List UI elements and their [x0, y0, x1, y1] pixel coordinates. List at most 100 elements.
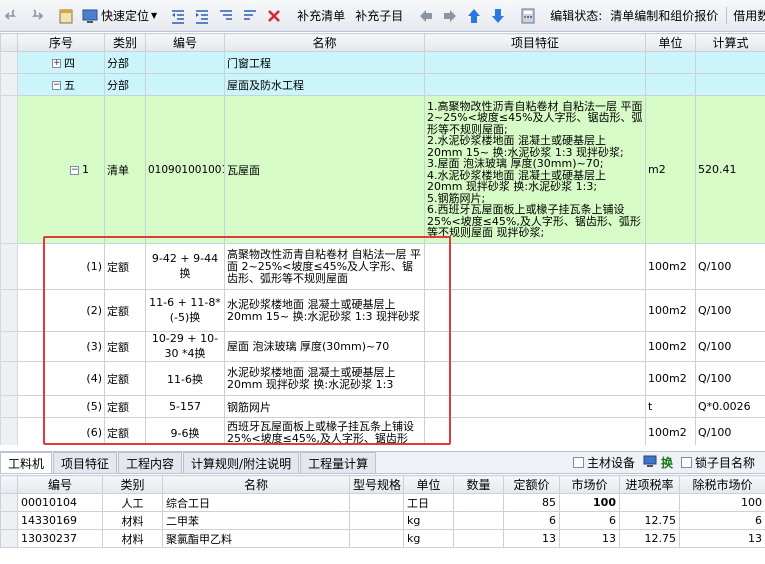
type-cell[interactable]: 分部: [104, 73, 146, 96]
tab-item-features[interactable]: 项目特征: [53, 452, 118, 473]
move-right-button[interactable]: [439, 4, 461, 28]
tab-quantity-calc[interactable]: 工程量计算: [300, 452, 377, 473]
name-cell[interactable]: 钢筋网片: [224, 395, 425, 418]
unit-cell[interactable]: 100m2: [645, 243, 696, 290]
type-cell[interactable]: 定额: [104, 331, 146, 362]
expand-level-button[interactable]: [215, 4, 237, 28]
name-cell[interactable]: 高聚物改性沥青自粘卷材 自粘法一层 平面 2~25%<坡度≤45%及人字形、锯齿…: [224, 243, 425, 290]
tree-collapse-icon[interactable]: −: [52, 81, 61, 90]
net-market-price-cell[interactable]: 100: [679, 493, 765, 512]
edit-status-value[interactable]: 清单编制和组价报价: [610, 7, 718, 24]
formula-cell[interactable]: Q*0.0026: [695, 395, 765, 418]
seq-cell[interactable]: (6): [17, 417, 105, 445]
type-cell[interactable]: 定额: [104, 243, 146, 290]
table-row[interactable]: 13030237 材料 聚氯酯甲乙料 kg 13 13 12.75 13: [0, 529, 765, 548]
table-row[interactable]: (3) 定额 10-29 + 10-30 *4换 屋面 泡沫玻璃 厚度(30mm…: [0, 331, 765, 362]
column-header-qty[interactable]: 数量: [453, 475, 504, 494]
seq-cell[interactable]: (5): [17, 395, 105, 418]
table-row[interactable]: (6) 定额 9-6换 西班牙瓦屋面板上或椽子挂瓦条上铺设 25%<坡度≤45%…: [0, 417, 765, 445]
unit-cell[interactable]: [645, 51, 696, 74]
add-list-button[interactable]: 补充清单: [293, 4, 349, 28]
tax-rate-cell[interactable]: 12.75: [619, 511, 680, 530]
tree-collapse-icon[interactable]: −: [70, 165, 79, 175]
collapse-level-button[interactable]: [239, 4, 261, 28]
formula-cell[interactable]: Q/100: [695, 331, 765, 362]
unit-cell[interactable]: kg: [403, 511, 454, 530]
seq-cell[interactable]: + 四: [17, 51, 105, 74]
calculator-button[interactable]: [517, 4, 539, 28]
delete-button[interactable]: [263, 4, 285, 28]
column-header-unit[interactable]: 单位: [645, 33, 696, 52]
table-row[interactable]: −1 清单 010901001001 瓦屋面 1.高聚物改性沥青自粘卷材 自粘法…: [0, 95, 765, 244]
market-price-cell[interactable]: 6: [559, 511, 620, 530]
feature-cell[interactable]: [424, 361, 646, 396]
type-cell[interactable]: 定额: [104, 289, 146, 332]
type-cell[interactable]: 定额: [104, 395, 146, 418]
feature-cell[interactable]: [424, 243, 646, 290]
net-market-price-cell[interactable]: 13: [679, 529, 765, 548]
quick-locate-button[interactable]: 快速定位 ▼: [79, 4, 159, 28]
table-row[interactable]: (5) 定额 5-157 钢筋网片 t Q*0.0026: [0, 395, 765, 418]
spec-cell[interactable]: [349, 493, 404, 512]
unit-cell[interactable]: m2: [645, 95, 696, 244]
borrow-button[interactable]: 借用数: [726, 7, 765, 24]
qty-cell[interactable]: [453, 529, 504, 548]
seq-cell[interactable]: −1: [17, 95, 105, 244]
code-cell[interactable]: [145, 51, 225, 74]
feature-cell[interactable]: 1.高聚物改性沥青自粘卷材 自粘法一层 平面 2~25%<坡度≤45%及人字形、…: [424, 95, 646, 244]
type-cell[interactable]: 定额: [104, 361, 146, 396]
code-cell[interactable]: 10-29 + 10-30 *4换: [145, 331, 225, 362]
code-cell[interactable]: [145, 73, 225, 96]
code-cell[interactable]: 11-6 + 11-8*(-5)换: [145, 289, 225, 332]
feature-cell[interactable]: [424, 417, 646, 445]
name-cell[interactable]: 门窗工程: [224, 51, 425, 74]
seq-cell[interactable]: (4): [17, 361, 105, 396]
column-header-tax-rate[interactable]: 进项税率: [619, 475, 680, 494]
name-cell[interactable]: 水泥砂浆楼地面 混凝土或硬基层上 20mm 现拌砂浆 换:水泥砂浆 1:3: [224, 361, 425, 396]
type-cell[interactable]: 定额: [104, 417, 146, 445]
name-cell[interactable]: 综合工日: [162, 493, 350, 512]
feature-cell[interactable]: [424, 73, 646, 96]
indent-left-button[interactable]: [167, 4, 189, 28]
type-cell[interactable]: 材料: [102, 529, 163, 548]
indent-right-button[interactable]: [191, 4, 213, 28]
spec-cell[interactable]: [349, 529, 404, 548]
feature-cell[interactable]: [424, 289, 646, 332]
market-price-cell[interactable]: 100: [559, 493, 620, 512]
code-cell[interactable]: 00010104: [17, 493, 103, 512]
notepad-button[interactable]: [55, 4, 77, 28]
qty-cell[interactable]: [453, 493, 504, 512]
code-cell[interactable]: 14330169: [17, 511, 103, 530]
market-price-cell[interactable]: 13: [559, 529, 620, 548]
formula-cell[interactable]: [695, 73, 765, 96]
column-header-formula[interactable]: 计算式: [695, 33, 765, 52]
formula-cell[interactable]: Q/100: [695, 289, 765, 332]
tax-rate-cell[interactable]: 12.75: [619, 529, 680, 548]
name-cell[interactable]: 二甲苯: [162, 511, 350, 530]
table-row[interactable]: 14330169 材料 二甲苯 kg 6 6 12.75 6: [0, 511, 765, 530]
table-row[interactable]: (2) 定额 11-6 + 11-8*(-5)换 水泥砂浆楼地面 混凝土或硬基层…: [0, 289, 765, 332]
unit-cell[interactable]: 工日: [403, 493, 454, 512]
column-header-quota-price[interactable]: 定额价: [503, 475, 560, 494]
move-down-button[interactable]: [487, 4, 509, 28]
table-row[interactable]: − 五 分部 屋面及防水工程: [0, 73, 765, 96]
unit-cell[interactable]: 100m2: [645, 289, 696, 332]
name-cell[interactable]: 聚氯酯甲乙料: [162, 529, 350, 548]
type-cell[interactable]: 材料: [102, 511, 163, 530]
seq-cell[interactable]: (3): [17, 331, 105, 362]
formula-cell[interactable]: 520.41: [695, 95, 765, 244]
type-cell[interactable]: 分部: [104, 51, 146, 74]
column-header-market-price[interactable]: 市场价: [559, 475, 620, 494]
name-cell[interactable]: 屋面 泡沫玻璃 厚度(30mm)~70: [224, 331, 425, 362]
table-row[interactable]: + 四 分部 门窗工程: [0, 51, 765, 74]
table-row[interactable]: (1) 定额 9-42 + 9-44换 高聚物改性沥青自粘卷材 自粘法一层 平面…: [0, 243, 765, 290]
formula-cell[interactable]: Q/100: [695, 361, 765, 396]
type-cell[interactable]: 清单: [104, 95, 146, 244]
name-cell[interactable]: 瓦屋面: [224, 95, 425, 244]
seq-cell[interactable]: (1): [17, 243, 105, 290]
column-header-feature[interactable]: 项目特征: [424, 33, 646, 52]
code-cell[interactable]: 010901001001: [145, 95, 225, 244]
code-cell[interactable]: 5-157: [145, 395, 225, 418]
name-cell[interactable]: 屋面及防水工程: [224, 73, 425, 96]
seq-cell[interactable]: (2): [17, 289, 105, 332]
